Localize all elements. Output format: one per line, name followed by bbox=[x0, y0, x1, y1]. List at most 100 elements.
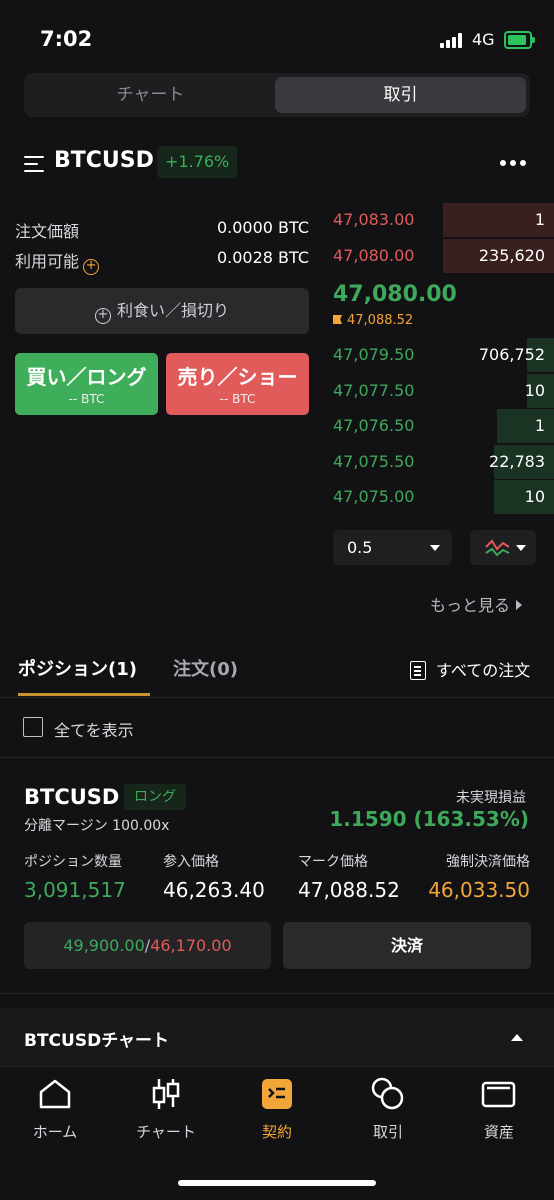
orderbook-view-select[interactable] bbox=[470, 530, 536, 565]
orderbook-view-icon bbox=[485, 539, 510, 557]
bid-price: 47,075.00 bbox=[333, 487, 415, 506]
ask-qty: 235,620 bbox=[478, 246, 545, 265]
divider bbox=[0, 697, 554, 698]
tab-chart[interactable]: チャート bbox=[28, 77, 273, 113]
ask-qty: 1 bbox=[534, 210, 545, 229]
mark-value: 47,088.52 bbox=[298, 878, 400, 902]
order-amount-label: 注文価額 bbox=[15, 222, 80, 241]
bid-qty: 10 bbox=[524, 487, 545, 506]
tpsl-label: 利食い／損切り bbox=[116, 301, 229, 320]
entry-label: 参入価格 bbox=[163, 854, 219, 870]
more-link-text: もっと見る bbox=[430, 596, 511, 615]
chevron-right-icon bbox=[516, 600, 523, 610]
mark-price-value: 47,088.52 bbox=[347, 313, 414, 328]
symbol-title[interactable]: BTCUSD bbox=[54, 148, 154, 173]
bid-qty: 22,783 bbox=[489, 451, 545, 471]
chart-section-title: BTCUSDチャート bbox=[24, 1031, 170, 1051]
network-type: 4G bbox=[472, 30, 495, 49]
available-value: 0.0028 BTC bbox=[216, 248, 309, 267]
battery-icon bbox=[504, 31, 535, 49]
chevron-up-icon[interactable] bbox=[511, 1034, 523, 1041]
buy-long-button[interactable]: 買い／ロング -- BTC bbox=[15, 353, 158, 415]
divider bbox=[0, 993, 554, 994]
pnl-value: 1.1590 (163.53%) bbox=[329, 807, 529, 831]
qty-label: ポジション数量 bbox=[24, 854, 122, 870]
margin-mode: 分離マージン 100.00x bbox=[24, 818, 170, 834]
pnl-label: 未実現損益 bbox=[456, 790, 526, 806]
flag-icon bbox=[333, 315, 342, 324]
plus-circle-icon: + bbox=[94, 308, 111, 324]
nav-chart[interactable]: チャート bbox=[111, 1121, 221, 1142]
tab-positions[interactable]: ポジション(1) bbox=[18, 655, 137, 681]
nav-home[interactable]: ホーム bbox=[0, 1121, 110, 1142]
bid-price: 47,079.50 bbox=[333, 345, 415, 364]
close-position-button[interactable]: 決済 bbox=[283, 922, 531, 969]
liq-value: 46,033.50 bbox=[428, 878, 530, 902]
tp-value: 49,900.00 bbox=[63, 936, 145, 955]
all-orders-label: すべての注文 bbox=[436, 661, 531, 680]
home-icon[interactable] bbox=[38, 1078, 72, 1110]
qty-value: 3,091,517 bbox=[24, 878, 126, 902]
order-amount-value: 0.0000 BTC bbox=[216, 218, 309, 237]
ask-row[interactable]: 47,080.00 235,620 bbox=[333, 239, 554, 273]
signal-icon bbox=[440, 32, 466, 48]
divider bbox=[0, 757, 554, 758]
show-all-label: 全てを表示 bbox=[54, 721, 134, 740]
sell-short-button[interactable]: 売り／ショー -- BTC bbox=[166, 353, 309, 415]
mark-label: マーク価格 bbox=[298, 854, 368, 870]
show-all-checkbox[interactable] bbox=[23, 717, 43, 737]
chevron-down-icon bbox=[516, 545, 526, 551]
more-link[interactable]: もっと見る bbox=[430, 592, 523, 616]
bid-row[interactable]: 47,077.50 10 bbox=[333, 373, 554, 408]
buy-label: 買い／ロング bbox=[26, 365, 147, 389]
bid-row[interactable]: 47,075.00 10 bbox=[333, 480, 554, 514]
sell-label: 売り／ショー bbox=[177, 365, 298, 389]
nav-trade[interactable]: 取引 bbox=[333, 1121, 443, 1142]
home-indicator bbox=[178, 1180, 376, 1186]
price-change-badge: +1.76% bbox=[157, 146, 238, 178]
available-label: 利用可能 + bbox=[15, 248, 100, 275]
bid-qty: 706,752 bbox=[478, 345, 545, 364]
chart-icon[interactable] bbox=[150, 1076, 182, 1112]
contract-icon[interactable] bbox=[261, 1078, 293, 1110]
tpsl-button[interactable]: + 利食い／損切り bbox=[15, 288, 309, 334]
position-symbol: BTCUSD bbox=[24, 785, 120, 809]
tab-orders[interactable]: 注文(0) bbox=[173, 655, 238, 681]
document-icon bbox=[410, 661, 426, 680]
wallet-icon[interactable] bbox=[481, 1079, 517, 1109]
side-badge: ロング bbox=[124, 784, 186, 810]
bid-row[interactable]: 47,079.50 706,752 bbox=[333, 338, 554, 372]
bid-price: 47,075.50 bbox=[333, 451, 415, 471]
ask-price: 47,083.00 bbox=[333, 210, 415, 229]
all-orders-link[interactable]: すべての注文 bbox=[410, 657, 530, 681]
add-funds-icon[interactable]: + bbox=[83, 259, 100, 275]
position-tpsl-button[interactable]: 49,900.00/46,170.00 bbox=[24, 922, 271, 969]
available-label-text: 利用可能 bbox=[15, 252, 80, 271]
bid-price: 47,076.50 bbox=[333, 416, 415, 435]
sell-sub: -- BTC bbox=[219, 392, 256, 406]
chevron-down-icon bbox=[430, 545, 440, 551]
bid-row[interactable]: 47,075.50 22,783 bbox=[333, 444, 554, 479]
active-tab-indicator bbox=[18, 693, 150, 696]
ask-row[interactable]: 47,083.00 1 bbox=[333, 203, 554, 237]
depth-select[interactable]: 0.5 bbox=[333, 530, 452, 565]
depth-value: 0.5 bbox=[347, 538, 373, 557]
more-options-icon[interactable] bbox=[500, 160, 526, 166]
mark-price: 47,088.52 bbox=[333, 313, 413, 328]
nav-contract[interactable]: 契約 bbox=[222, 1121, 332, 1142]
trade-icon[interactable] bbox=[370, 1076, 406, 1112]
liq-label: 強制決済価格 bbox=[446, 854, 530, 870]
nav-assets[interactable]: 資産 bbox=[444, 1121, 554, 1142]
bid-row[interactable]: 47,076.50 1 bbox=[333, 409, 554, 443]
sl-value: 46,170.00 bbox=[150, 936, 232, 955]
bid-qty: 10 bbox=[524, 380, 545, 400]
menu-icon[interactable] bbox=[24, 156, 46, 172]
tab-trade[interactable]: 取引 bbox=[275, 77, 526, 113]
buy-sub: -- BTC bbox=[68, 392, 105, 406]
entry-value: 46,263.40 bbox=[163, 878, 265, 902]
status-time: 7:02 bbox=[40, 27, 93, 51]
ask-price: 47,080.00 bbox=[333, 246, 415, 265]
bid-depth-bar bbox=[497, 409, 554, 443]
bid-qty: 1 bbox=[534, 416, 545, 435]
last-price: 47,080.00 bbox=[333, 282, 457, 307]
